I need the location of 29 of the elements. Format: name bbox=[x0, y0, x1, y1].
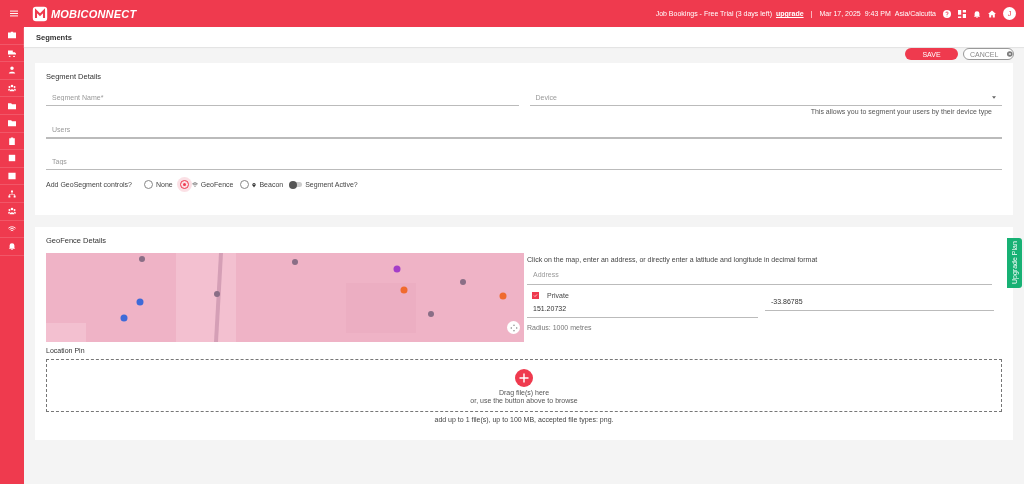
move-icon bbox=[509, 323, 518, 332]
pin-icon bbox=[252, 181, 257, 188]
clipboard-icon[interactable] bbox=[8, 136, 16, 145]
home-icon[interactable] bbox=[988, 9, 996, 18]
dashboard-icon[interactable] bbox=[958, 9, 966, 18]
bell-icon[interactable] bbox=[8, 242, 16, 251]
card-icon[interactable] bbox=[8, 172, 16, 181]
wifi-icon bbox=[191, 182, 198, 187]
square-icon[interactable] bbox=[8, 154, 16, 163]
briefcase-icon[interactable] bbox=[8, 31, 16, 40]
toggle-switch[interactable] bbox=[290, 182, 303, 187]
close-icon bbox=[1007, 51, 1013, 57]
logo-icon bbox=[32, 5, 48, 22]
wifi-icon[interactable] bbox=[8, 224, 16, 233]
checkbox[interactable] bbox=[532, 292, 539, 299]
menu-icon[interactable] bbox=[10, 10, 18, 17]
person-icon[interactable] bbox=[8, 66, 16, 75]
add-button[interactable] bbox=[515, 368, 533, 387]
radio-button[interactable] bbox=[240, 180, 250, 189]
group-icon[interactable] bbox=[8, 84, 16, 93]
hierarchy-icon[interactable] bbox=[8, 189, 16, 198]
logo-text: MOBICONNECT bbox=[51, 7, 137, 20]
help-icon[interactable] bbox=[943, 9, 951, 18]
group-icon[interactable] bbox=[8, 207, 16, 216]
bell-icon[interactable] bbox=[973, 9, 981, 18]
radio-button[interactable] bbox=[179, 180, 189, 189]
truck-icon[interactable] bbox=[8, 48, 16, 57]
radio-button[interactable] bbox=[144, 180, 153, 189]
caret-icon bbox=[992, 96, 996, 99]
